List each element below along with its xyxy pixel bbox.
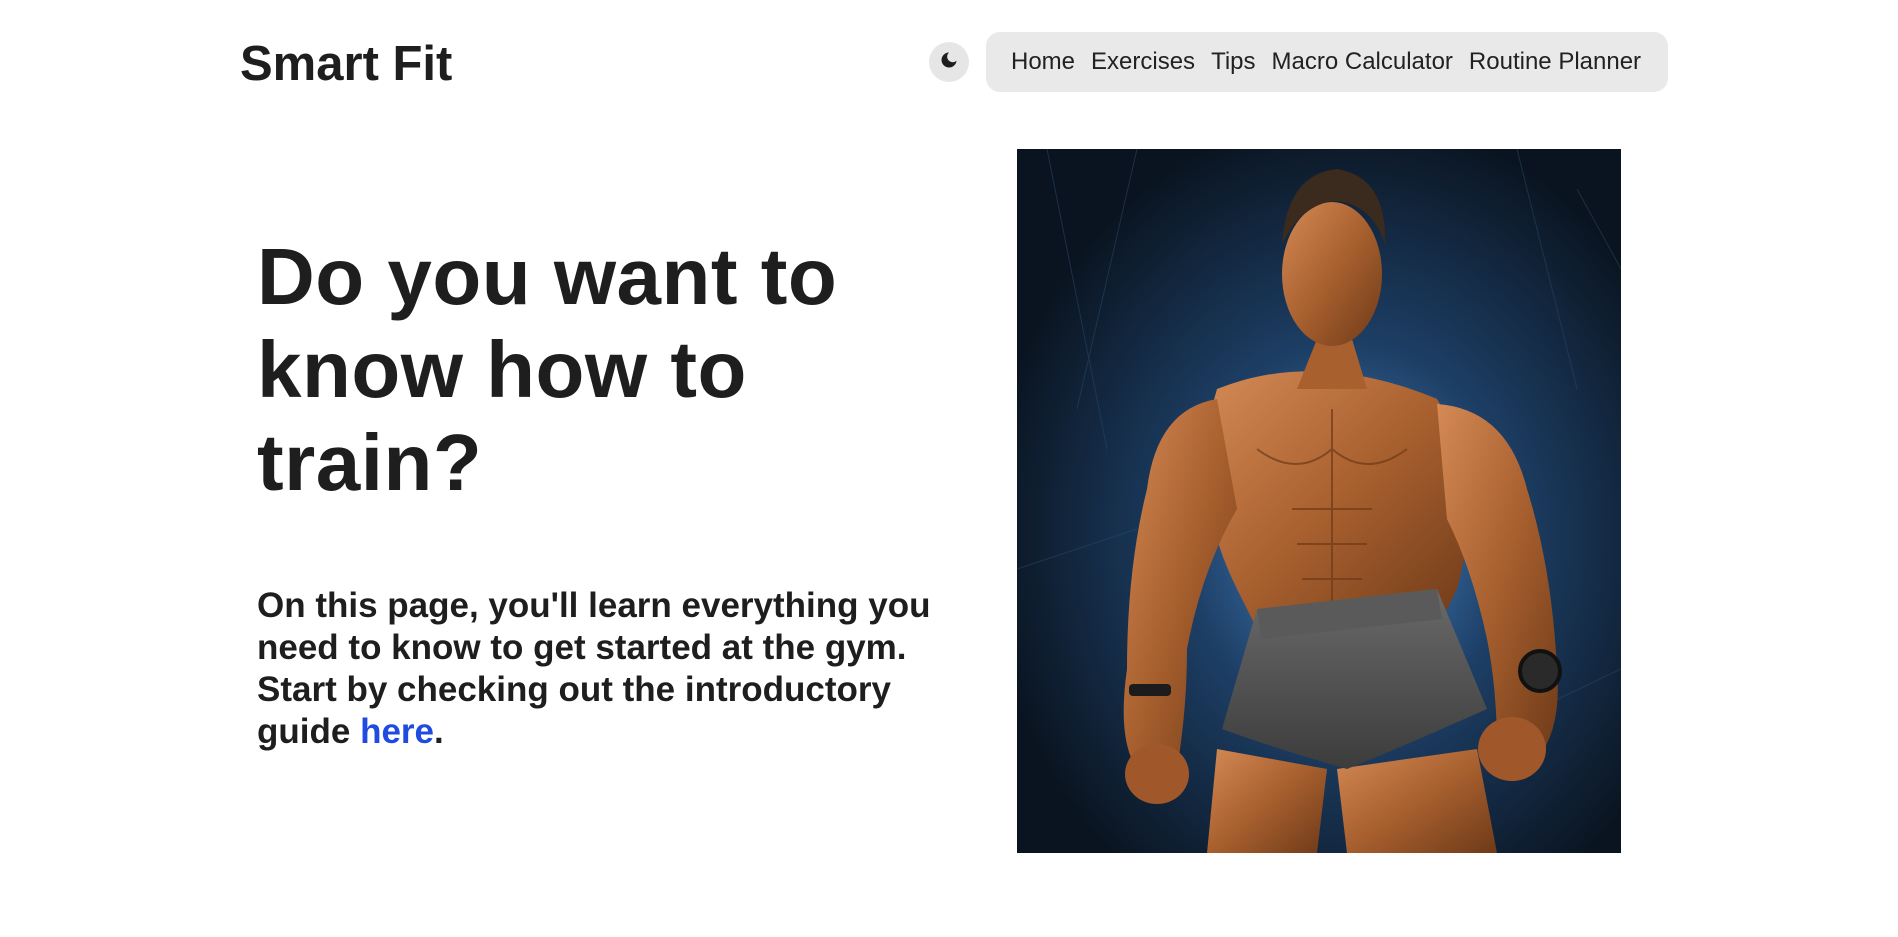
intro-guide-link[interactable]: here [360,712,434,751]
nav-macro-calculator-link[interactable]: Macro Calculator [1272,48,1453,76]
nav-home-link[interactable]: Home [1011,48,1075,76]
moon-icon [940,51,958,74]
hero-image [1017,149,1621,853]
hero-title: Do you want to know how to train? [257,232,838,507]
main-nav: Home Exercises Tips Macro Calculator Rou… [986,32,1668,92]
bodybuilder-illustration [1017,149,1621,853]
hero-description: On this page, you'll learn everything yo… [257,585,937,753]
nav-routine-planner-link[interactable]: Routine Planner [1469,48,1641,76]
hero-description-end: . [434,712,444,751]
hero-text: Do you want to know how to train? On thi… [257,230,957,753]
site-logo[interactable]: Smart Fit [240,36,452,92]
nav-tips-link[interactable]: Tips [1211,48,1255,76]
nav-exercises-link[interactable]: Exercises [1091,48,1195,76]
hero-description-text: On this page, you'll learn everything yo… [257,586,931,751]
theme-toggle-button[interactable] [929,42,969,82]
site-header: Smart Fit Home Exercises Tips Macro Calc… [0,0,1898,125]
